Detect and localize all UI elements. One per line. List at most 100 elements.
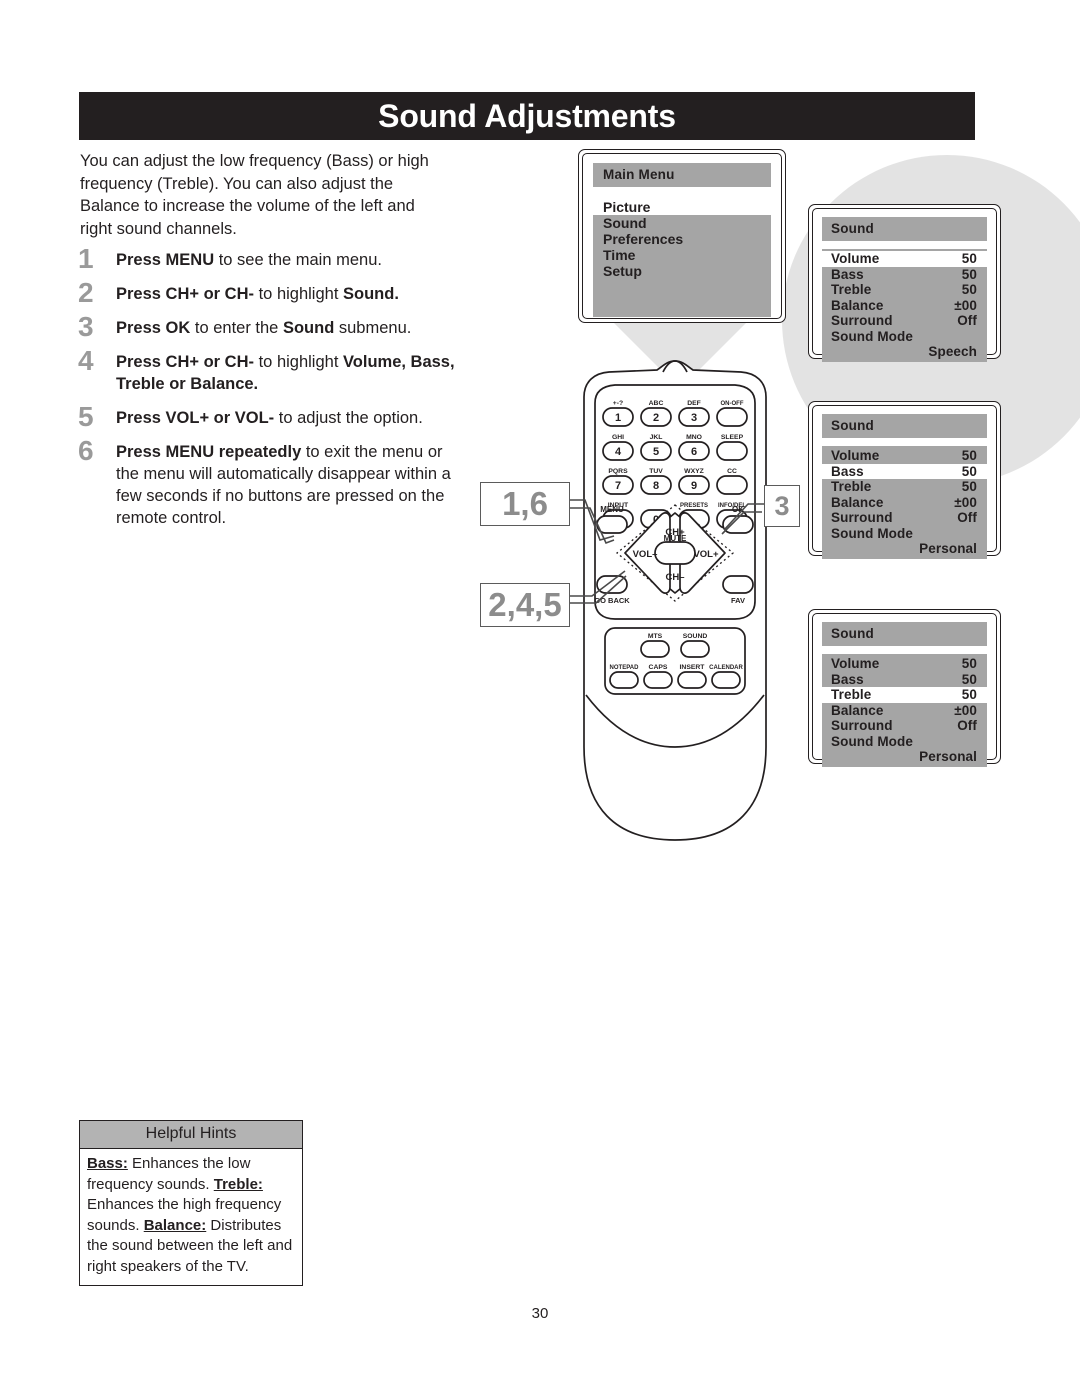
osd-row[interactable]: Surround Off [822, 718, 987, 734]
remote-button-calendar[interactable]: CALENDAR [709, 665, 743, 689]
step-text: Press VOL+ or VOL- to adjust the option. [116, 409, 423, 427]
osd-row[interactable]: Volume 50 [822, 448, 987, 464]
osd-row[interactable]: Sound Mode [822, 526, 987, 542]
remote-button-label: NOTEPAD [610, 665, 640, 671]
osd-row[interactable]: Volume 50 [822, 251, 987, 267]
osd-row-value: ±00 [954, 702, 977, 718]
osd-row-value: ±00 [954, 297, 977, 313]
step-number: 6 [78, 435, 94, 466]
osd-row[interactable]: Personal [822, 749, 987, 765]
osd-row[interactable]: Surround Off [822, 313, 987, 329]
main-menu-item-preferences[interactable]: Preferences [593, 231, 771, 247]
remote-button-label: CALENDAR [709, 665, 743, 671]
step-number: 2 [78, 277, 94, 308]
remote-go-back-button[interactable]: GO BACK [594, 575, 630, 605]
tv-sound-panel-volume: Sound Volume 50 Bass 50 Treble 50 Balance ±00 Su… [808, 204, 1001, 362]
osd-row[interactable]: Treble 50 [822, 282, 987, 298]
step-item: 1 Press MENU to see the main menu. [74, 245, 494, 273]
osd-row-value: Off [957, 510, 977, 525]
main-menu-item-sound[interactable]: Sound [593, 215, 771, 231]
remote-button-label: CAPS [649, 664, 668, 671]
remote-key-sleep[interactable]: SLEEP [716, 434, 748, 461]
osd-row-value: 50 [961, 251, 977, 266]
callout-steps-2-4-5: 2,4,5 [480, 583, 570, 627]
step-number: 4 [78, 345, 94, 376]
osd-row[interactable]: Treble 50 [822, 479, 987, 495]
step-text: Press OK to enter the Sound submenu. [116, 319, 412, 337]
svg-text:VOL+: VOL+ [693, 549, 719, 560]
callout-step-3: 3 [764, 485, 800, 527]
remote-key-digit: 8 [653, 480, 659, 492]
remote-key-digit: 3 [691, 412, 697, 424]
svg-text:GO BACK: GO BACK [594, 596, 630, 605]
remote-key-digit: 6 [691, 446, 697, 458]
step-text: Press CH+ or CH- to highlight Volume, Ba… [116, 353, 455, 393]
osd-row-label: Surround [831, 313, 893, 328]
osd-row[interactable]: Volume 50 [822, 656, 987, 672]
remote-control: +-? 1 ABC 2 DEF 3 ON-OFF GHI 4 JKL 5 MNO 6 SLEEP PQRS 7… [583, 360, 767, 841]
main-menu-title: Main Menu [593, 163, 771, 187]
remote-key-sublabel: WXYZ [684, 468, 704, 475]
svg-text:VOL–: VOL– [633, 549, 658, 560]
main-menu-item-setup[interactable]: Setup [593, 263, 771, 279]
osd-row[interactable]: Balance ±00 [822, 495, 987, 511]
osd-row-value: Off [957, 313, 977, 328]
hint-term: Bass: [87, 1155, 128, 1172]
svg-text:FAV: FAV [731, 596, 745, 605]
step-number: 5 [78, 401, 94, 432]
osd-row-label: Sound Mode [831, 328, 913, 344]
sound-panel-rows: Volume 50 Bass 50 Treble 50 Balance ±00 Surround… [822, 249, 987, 362]
osd-row-value: 50 [961, 479, 977, 494]
main-menu-item-picture[interactable]: Picture [593, 199, 771, 215]
hint-term: Balance: [143, 1216, 207, 1234]
svg-text:MENU: MENU [600, 505, 624, 514]
page-number: 30 [531, 1305, 549, 1322]
osd-row-label: Treble [831, 479, 872, 494]
osd-row[interactable]: Balance ±00 [822, 298, 987, 314]
step-item: 3 Press OK to enter the Sound submenu. [74, 313, 494, 341]
svg-text:OK: OK [732, 505, 744, 514]
osd-row[interactable]: Sound Mode [822, 329, 987, 345]
remote-key-sublabel: TUV [649, 468, 663, 475]
osd-row[interactable]: Personal [822, 541, 987, 557]
remote-key-digit: 4 [615, 446, 622, 458]
osd-row-value: Speech [928, 344, 977, 359]
remote-key-sublabel: PRESETS [680, 503, 708, 509]
sound-panel-title: Sound [822, 217, 987, 241]
remote-menu-button[interactable]: MENU [596, 505, 628, 534]
hint-term: Treble: [213, 1175, 263, 1193]
remote-key-digit: 2 [653, 412, 659, 424]
remote-button-sound[interactable]: SOUND [680, 633, 710, 658]
osd-row[interactable]: Treble 50 [822, 687, 987, 703]
helpful-hints-body: Bass: Enhances the low frequency sounds.… [80, 1149, 302, 1285]
osd-row-value: Personal [919, 541, 977, 556]
main-menu-item-time[interactable]: Time [593, 247, 771, 263]
step-text: Press MENU repeatedly to exit the menu o… [116, 443, 451, 527]
tv-sound-panel-bass: Sound Volume 50 Bass 50 Treble 50 Balance ±00 Su… [808, 401, 1001, 559]
remote-button-notepad[interactable]: NOTEPAD [609, 665, 640, 689]
osd-row[interactable]: Sound Mode [822, 734, 987, 750]
remote-key-sublabel: CC [727, 468, 737, 475]
osd-row-label: Sound Mode [831, 733, 913, 749]
remote-key-sublabel: JKL [650, 434, 663, 441]
osd-row-value: 50 [961, 282, 977, 297]
osd-row[interactable]: Bass 50 [822, 267, 987, 283]
osd-row[interactable]: Bass 50 [822, 463, 987, 479]
osd-row[interactable]: Speech [822, 344, 987, 360]
osd-row-label: Balance [831, 702, 884, 718]
page-title: Sound Adjustments [378, 97, 676, 134]
osd-row[interactable]: Balance ±00 [822, 703, 987, 719]
remote-key-sublabel: GHI [612, 434, 624, 441]
osd-row-label: Bass [831, 671, 864, 687]
remote-button-label: MTS [648, 633, 663, 640]
step-item: 5 Press VOL+ or VOL- to adjust the option… [74, 401, 494, 432]
osd-row-value: 50 [961, 266, 977, 282]
osd-row-label: Balance [831, 297, 884, 313]
remote-key-on-off[interactable]: ON-OFF [716, 401, 748, 427]
remote-button-insert[interactable]: INSERT [677, 664, 707, 689]
sound-panel-title: Sound [822, 414, 987, 438]
osd-row[interactable]: Surround Off [822, 510, 987, 526]
remote-button-label: SOUND [683, 633, 708, 640]
remote-key-sublabel: ON-OFF [721, 401, 744, 407]
osd-row[interactable]: Bass 50 [822, 672, 987, 688]
